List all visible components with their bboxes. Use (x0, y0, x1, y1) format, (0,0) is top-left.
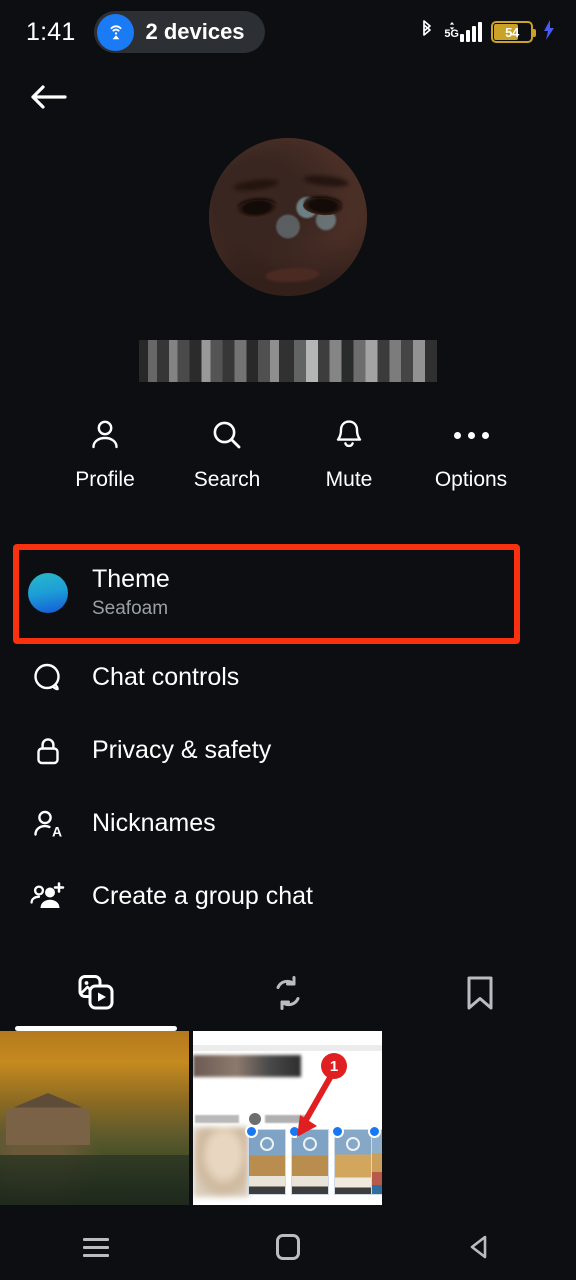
avatar[interactable] (209, 138, 367, 296)
top-app-bar (0, 64, 576, 130)
media-thumbnail[interactable] (0, 1031, 189, 1205)
contact-name-redacted (139, 340, 437, 382)
status-icons: 5G 54 (419, 0, 556, 64)
person-icon (87, 416, 123, 454)
bookmark-icon (460, 972, 500, 1019)
screenshot-story-card (368, 1125, 382, 1195)
status-time: 1:41 (26, 17, 76, 46)
battery-icon: 54 (491, 21, 536, 43)
system-navigation-bar (0, 1214, 576, 1280)
screenshot-detail (249, 1113, 261, 1125)
menu-item-nicknames-label: Nicknames (92, 809, 216, 838)
connected-devices-pill[interactable]: 2 devices (94, 11, 265, 53)
menu-item-nicknames[interactable]: A Nicknames (0, 787, 576, 860)
screenshot-detail (195, 1115, 239, 1123)
tab-shared[interactable] (192, 959, 384, 1031)
tab-saved[interactable] (384, 959, 576, 1031)
screenshot-story-card (245, 1125, 286, 1195)
menu-item-create-group-chat[interactable]: Create a group chat (0, 860, 576, 933)
more-horizontal-icon (453, 416, 489, 454)
lock-icon (26, 733, 70, 769)
person-letter-a-icon: A (26, 805, 70, 843)
signal-bars-icon: 5G (444, 22, 482, 42)
action-mute-label: Mute (325, 468, 373, 491)
lightning-bolt-icon (542, 18, 556, 47)
bell-icon (331, 416, 367, 454)
bluetooth-icon (419, 18, 435, 47)
profile-header (0, 130, 576, 382)
screenshot-detail (193, 1045, 382, 1051)
action-options[interactable]: Options (410, 416, 532, 492)
menu-item-theme-value: Seafoam (92, 597, 169, 619)
menu-item-create-group-chat-label: Create a group chat (92, 882, 313, 911)
back-triangle-icon[interactable] (384, 1232, 576, 1262)
menu-item-privacy-safety[interactable]: Privacy & safety (0, 714, 576, 787)
menu-item-chat-controls[interactable]: Chat controls (0, 641, 576, 714)
battery-percent-label: 54 (505, 24, 519, 40)
arrow-left-icon[interactable] (26, 75, 70, 119)
media-photos-video-icon (73, 971, 119, 1020)
network-type-label: 5G (444, 28, 459, 40)
home-icon[interactable] (192, 1234, 384, 1260)
svg-text:A: A (52, 823, 62, 839)
menu-item-theme-label: Theme (92, 565, 170, 594)
theme-color-swatch-icon (26, 572, 70, 613)
action-profile[interactable]: Profile (44, 416, 166, 492)
quick-actions-row: Profile Search Mute Options (0, 416, 576, 492)
hotspot-icon (97, 13, 135, 51)
connected-devices-label: 2 devices (145, 19, 245, 44)
signal-strength-bars (460, 22, 482, 42)
menu-item-chat-controls-label: Chat controls (92, 663, 240, 692)
tab-media[interactable] (0, 959, 192, 1031)
recents-icon[interactable] (0, 1237, 192, 1257)
screenshot-detail (193, 1055, 301, 1077)
settings-menu: Theme Seafoam Chat controls Privacy & sa… (0, 544, 576, 933)
shared-repeat-icon (267, 972, 309, 1019)
annotation-step-number: 1 (321, 1053, 347, 1079)
action-mute[interactable]: Mute (288, 416, 410, 492)
status-bar: 1:41 2 devices 5G 54 (0, 0, 576, 64)
chat-settings-screen: 1:41 2 devices 5G 54 Profile Search Mute… (0, 0, 576, 1280)
chat-bubble-icon (26, 659, 70, 697)
content-tabs (0, 959, 576, 1031)
search-icon (209, 416, 245, 454)
action-profile-label: Profile (75, 468, 135, 491)
media-thumbnail[interactable]: 1 (193, 1031, 382, 1205)
menu-item-theme[interactable]: Theme Seafoam (0, 544, 576, 641)
action-options-label: Options (434, 468, 508, 491)
menu-item-privacy-safety-label: Privacy & safety (92, 736, 272, 765)
action-search[interactable]: Search (166, 416, 288, 492)
people-add-icon (26, 878, 70, 916)
screenshot-detail (193, 1127, 249, 1197)
action-search-label: Search (193, 468, 261, 491)
media-thumbnail-grid: 1 (0, 1031, 576, 1205)
